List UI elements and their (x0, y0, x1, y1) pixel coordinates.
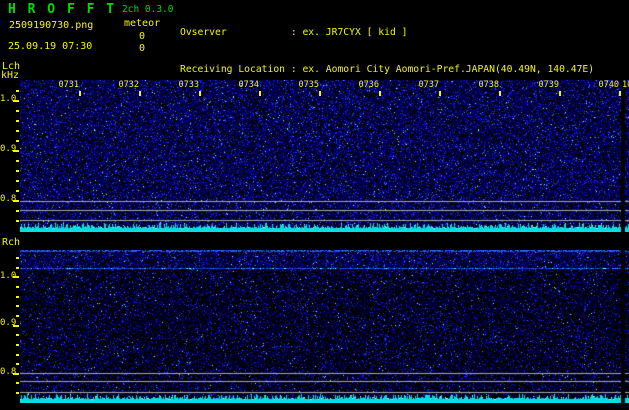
freq-minor-tick (16, 257, 19, 259)
khz-unit-label: kHz (1, 70, 20, 81)
location-line: Receiving Location : ex. Aomori City Aom… (180, 64, 595, 76)
time-label: 0737 (418, 80, 439, 90)
time-label: 0732 (118, 80, 139, 90)
time-label: 0731 (58, 80, 79, 90)
freq-minor-tick (16, 392, 19, 394)
time-label: 0738 (478, 80, 499, 90)
lch-spectrogram-canvas (20, 80, 629, 232)
time-tick (379, 91, 381, 96)
observer-line: Ovserver : ex. JR7CYX [ kid ] (180, 26, 408, 38)
freq-minor-tick (16, 334, 19, 336)
time-label: 0735 (298, 80, 319, 90)
freq-minor-tick (16, 305, 19, 307)
freq-minor-tick (16, 90, 19, 92)
freq-minor-tick (16, 140, 19, 142)
freq-minor-tick (16, 382, 19, 384)
datetime-label: 25.09.19 07:30 (8, 41, 93, 52)
partial-time-label: 10 (622, 80, 629, 90)
time-label: 0736 (358, 80, 379, 90)
time-tick (79, 91, 81, 96)
time-label: 0739 (538, 80, 559, 90)
time-tick (139, 91, 141, 96)
time-label: 0740 (598, 80, 619, 90)
time-tick (439, 91, 441, 96)
freq-major-tick (13, 150, 19, 152)
hrofft-output: H R O F F T 2ch 0.3.0 2509190730.png met… (0, 0, 629, 410)
rch-spectrogram-canvas (20, 250, 629, 403)
freq-minor-tick (16, 354, 19, 356)
freq-major-tick (13, 325, 19, 327)
freq-tick-label: 0.8 (0, 367, 17, 377)
time-tick (619, 91, 621, 96)
freq-minor-tick (16, 286, 19, 288)
filename-label: 2509190730.png (9, 20, 94, 31)
time-label: 0733 (178, 80, 199, 90)
freq-minor-tick (16, 315, 19, 317)
time-tick (559, 91, 561, 96)
freq-minor-tick (16, 220, 19, 222)
freq-major-tick (13, 100, 19, 102)
freq-minor-tick (16, 210, 19, 212)
freq-minor-tick (16, 267, 19, 269)
freq-minor-tick (16, 180, 19, 182)
rch-axis-label: Rch (2, 237, 21, 248)
freq-major-tick (13, 373, 19, 375)
freq-tick-label: 0.8 (0, 194, 17, 204)
freq-minor-tick (16, 170, 19, 172)
freq-tick-label: 1.0 (0, 94, 17, 104)
time-tick (319, 91, 321, 96)
freq-minor-tick (16, 296, 19, 298)
mode-label: meteor (124, 18, 161, 29)
app-title: H R O F F T (8, 2, 117, 17)
freq-minor-tick (16, 160, 19, 162)
freq-major-tick (13, 200, 19, 202)
time-tick (499, 91, 501, 96)
meteor-count-secondary: 0 (139, 43, 146, 54)
freq-minor-tick (16, 110, 19, 112)
freq-major-tick (13, 276, 19, 278)
freq-minor-tick (16, 130, 19, 132)
time-tick (259, 91, 261, 96)
freq-minor-tick (16, 120, 19, 122)
freq-minor-tick (16, 344, 19, 346)
freq-tick-label: 0.9 (0, 144, 17, 154)
freq-minor-tick (16, 190, 19, 192)
meteor-count-primary: 0 (139, 31, 146, 42)
time-label: 0734 (238, 80, 259, 90)
time-tick (199, 91, 201, 96)
version-label: 2ch 0.3.0 (122, 4, 174, 15)
freq-minor-tick (16, 363, 19, 365)
